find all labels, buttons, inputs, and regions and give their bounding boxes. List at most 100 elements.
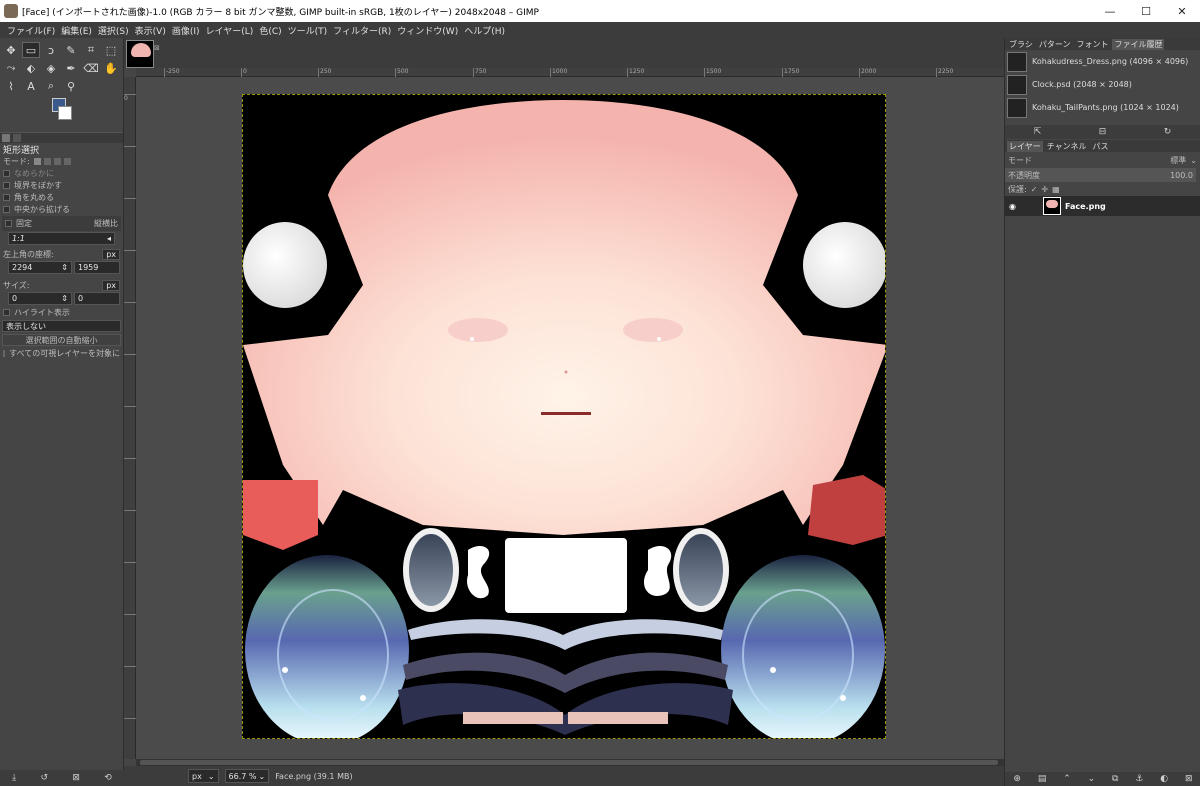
crop-icon[interactable]: ⌗	[82, 42, 100, 58]
menu-item[interactable]: 色(C)	[256, 24, 284, 37]
mode-replace-icon[interactable]	[33, 157, 41, 165]
paths-icon[interactable]: ⌇	[2, 78, 20, 94]
spin-icon[interactable]: ⇕	[61, 294, 68, 303]
size-w-field[interactable]: 0 ⇕	[8, 292, 72, 305]
tool-options-tab-icon[interactable]	[2, 134, 10, 142]
lock-pixels-icon[interactable]: ✓	[1031, 185, 1038, 194]
position-x-field[interactable]: 2294 ⇕	[8, 261, 72, 274]
mode-subtract-icon[interactable]	[53, 157, 61, 165]
text-icon[interactable]: A	[22, 78, 40, 94]
auto-shrink-button[interactable]: 選択範囲の自動縮小	[2, 334, 121, 346]
opacity-row[interactable]: 不透明度 100.0	[1005, 168, 1196, 182]
menu-item[interactable]: 画像(I)	[169, 24, 203, 37]
size-unit-select[interactable]: px	[102, 279, 120, 291]
position-unit-select[interactable]: px	[102, 248, 120, 260]
paintbrush-icon[interactable]: ✒	[62, 60, 80, 76]
highlight-checkbox[interactable]	[3, 308, 10, 316]
color-selector[interactable]	[52, 98, 123, 130]
zoom-select[interactable]: 66.7 % ⌄	[224, 769, 270, 783]
scrollbar-thumb[interactable]	[140, 760, 998, 765]
lower-layer-icon[interactable]: ⌄	[1088, 774, 1096, 784]
zoom-icon[interactable]: ⚲	[62, 78, 80, 94]
menu-item[interactable]: ツール(T)	[285, 24, 331, 37]
delete-options-icon[interactable]: ⊠	[72, 773, 80, 783]
background-color[interactable]	[58, 106, 72, 120]
dock-tab[interactable]: フォント	[1074, 39, 1110, 50]
smudge-icon[interactable]: ✋	[102, 60, 120, 76]
eraser-icon[interactable]: ⌫	[82, 60, 100, 76]
close-button[interactable]: ✕	[1164, 0, 1200, 22]
dock-tab[interactable]: パターン	[1037, 39, 1073, 50]
ratio-dropdown-icon[interactable]: ◂	[107, 234, 111, 243]
all-layers-checkbox[interactable]	[3, 349, 6, 357]
dock-tab[interactable]: レイヤー	[1007, 140, 1043, 152]
menu-item[interactable]: ヘルプ(H)	[461, 24, 508, 37]
raise-layer-icon[interactable]: ⌃	[1063, 774, 1071, 784]
canvas-area[interactable]	[136, 77, 1004, 759]
menu-item[interactable]: ファイル(F)	[4, 24, 58, 37]
position-y-field[interactable]: 1959	[74, 261, 120, 274]
menu-item[interactable]: ウィンドウ(W)	[394, 24, 461, 37]
dock-tab[interactable]: ファイル履歴	[1112, 38, 1165, 50]
lock-alpha-icon[interactable]: ▦	[1052, 185, 1060, 194]
feather-option[interactable]: 境界をぼかす	[0, 179, 123, 191]
rect-select-icon[interactable]: ▭	[22, 42, 40, 58]
size-h-field[interactable]: 0	[74, 292, 120, 305]
menu-item[interactable]: レイヤー(L)	[203, 24, 257, 37]
history-item[interactable]: Clock.psd (2048 × 2048)	[1005, 73, 1200, 96]
reset-options-icon[interactable]: ⟲	[104, 773, 112, 783]
unit-select[interactable]: px ⌄	[188, 769, 219, 783]
minimize-button[interactable]: —	[1092, 0, 1128, 22]
duplicate-layer-icon[interactable]: ⧉	[1112, 774, 1118, 784]
history-item[interactable]: Kohaku_TailPants.png (1024 × 1024)	[1005, 96, 1200, 119]
fixed-mode-select[interactable]: 縦横比	[94, 218, 118, 229]
rounded-checkbox[interactable]	[3, 193, 10, 201]
image-tab-face[interactable]	[126, 40, 154, 68]
new-group-icon[interactable]: ▤	[1038, 774, 1047, 784]
opacity-value[interactable]: 100.0	[1170, 171, 1193, 180]
restore-options-icon[interactable]: ↺	[41, 773, 49, 783]
lasso-icon[interactable]: ↄ	[42, 42, 60, 58]
antialias-option[interactable]: なめらかに	[0, 167, 123, 179]
color-picker-icon[interactable]: ⌕	[42, 78, 60, 94]
menu-item[interactable]: 編集(E)	[58, 24, 95, 37]
handle-transform-icon[interactable]: ⬖	[22, 60, 40, 76]
fixed-checkbox[interactable]	[5, 220, 12, 227]
open-icon[interactable]: ⇱	[1034, 127, 1042, 137]
layer-name[interactable]: Face.png	[1065, 202, 1106, 211]
dock-tab[interactable]: ブラシ	[1007, 39, 1035, 50]
expand-center-option[interactable]: 中央から拡げる	[0, 203, 123, 215]
all-layers-option[interactable]: すべての可視レイヤーを対象に	[0, 347, 123, 359]
paint-bucket-icon[interactable]: ◈	[42, 60, 60, 76]
dock-tab[interactable]: パス	[1091, 141, 1111, 152]
fixed-option[interactable]: 固定 縦横比	[2, 216, 121, 231]
remove-icon[interactable]: ⊟	[1099, 127, 1107, 137]
layer-mode-select[interactable]: 標準	[1170, 155, 1186, 166]
lock-position-icon[interactable]: ✛	[1041, 185, 1048, 194]
mode-add-icon[interactable]	[43, 157, 51, 165]
image-canvas[interactable]	[242, 94, 886, 739]
menu-item[interactable]: 表示(V)	[132, 24, 169, 37]
eye-icon[interactable]: ◉	[1009, 202, 1025, 211]
mask-layer-icon[interactable]: ◐	[1160, 774, 1168, 784]
expand-center-checkbox[interactable]	[3, 205, 10, 213]
delete-layer-icon[interactable]: ⊠	[1185, 774, 1193, 784]
device-status-tab-icon[interactable]	[13, 134, 21, 142]
highlight-option[interactable]: ハイライト表示	[0, 306, 123, 318]
ratio-field[interactable]: 1:1 ◂	[8, 232, 115, 245]
maximize-button[interactable]: ☐	[1128, 0, 1164, 22]
history-item[interactable]: Kohakudress_Dress.png (4096 × 4096)	[1005, 50, 1200, 73]
antialias-checkbox[interactable]	[3, 169, 10, 177]
anchor-layer-icon[interactable]: ⚓	[1135, 774, 1143, 784]
fuzzy-select-icon[interactable]: ✎	[62, 42, 80, 58]
spin-icon[interactable]: ⇕	[61, 263, 68, 272]
mode-intersect-icon[interactable]	[63, 157, 71, 165]
guides-select[interactable]: 表示しない	[2, 320, 121, 332]
save-options-icon[interactable]: ⤓	[12, 773, 16, 783]
horizontal-scrollbar[interactable]	[136, 759, 1004, 766]
new-layer-icon[interactable]: ⊕	[1013, 774, 1021, 784]
menu-item[interactable]: フィルター(R)	[330, 24, 394, 37]
refresh-icon[interactable]: ↻	[1164, 127, 1172, 137]
layer-item[interactable]: ◉ Face.png	[1005, 196, 1200, 216]
menu-item[interactable]: 選択(S)	[95, 24, 132, 37]
